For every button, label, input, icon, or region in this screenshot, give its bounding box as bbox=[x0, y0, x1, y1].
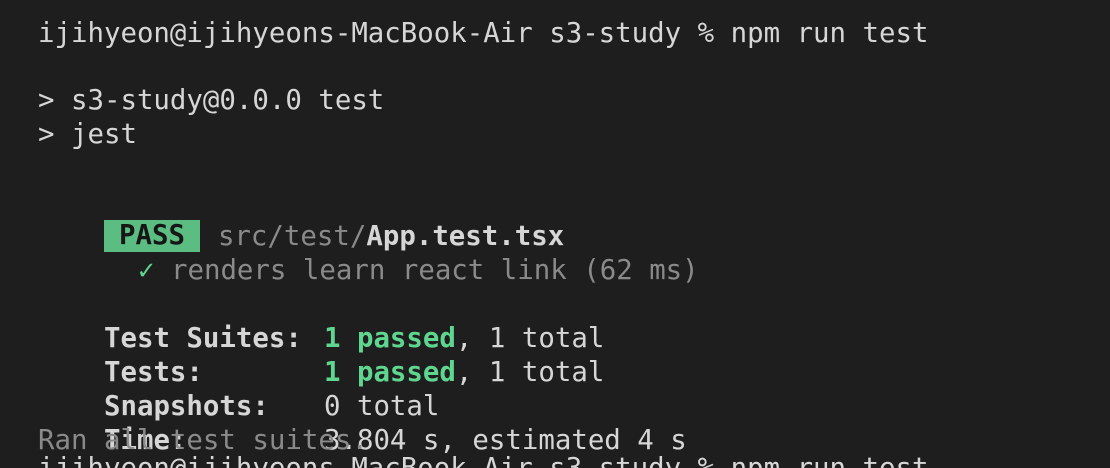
summary-snapshots-line: Snapshots: 0 total bbox=[38, 356, 439, 422]
test-case-line: ✓ renders learn react link (62 ms) bbox=[72, 220, 699, 286]
command-prompt-line: ijihyeon@ijihyeons-MacBook-Air s3-study … bbox=[38, 18, 929, 49]
jest-command-line: > jest bbox=[38, 119, 137, 150]
summary-time-line: Time: 3.804 s, estimated 4 s bbox=[38, 390, 687, 456]
check-icon: ✓ bbox=[137, 255, 155, 286]
summary-tests-line: Tests: 1 passed, 1 total bbox=[38, 322, 604, 388]
test-case-name: renders learn react link (62 ms) bbox=[170, 255, 699, 286]
test-result-line: PASS src/test/App.test.tsx bbox=[38, 186, 564, 252]
summary-suites-line: Test Suites: 1 passed, 1 total bbox=[38, 288, 604, 354]
next-prompt-line: ijihyeon@ijihyeons-MacBook-Air s3-study … bbox=[38, 452, 929, 468]
tests-total: , 1 total bbox=[455, 357, 605, 388]
terminal-window[interactable]: ijihyeon@ijihyeons-MacBook-Air s3-study … bbox=[0, 0, 1110, 468]
npm-script-line: > s3-study@0.0.0 test bbox=[38, 85, 385, 116]
